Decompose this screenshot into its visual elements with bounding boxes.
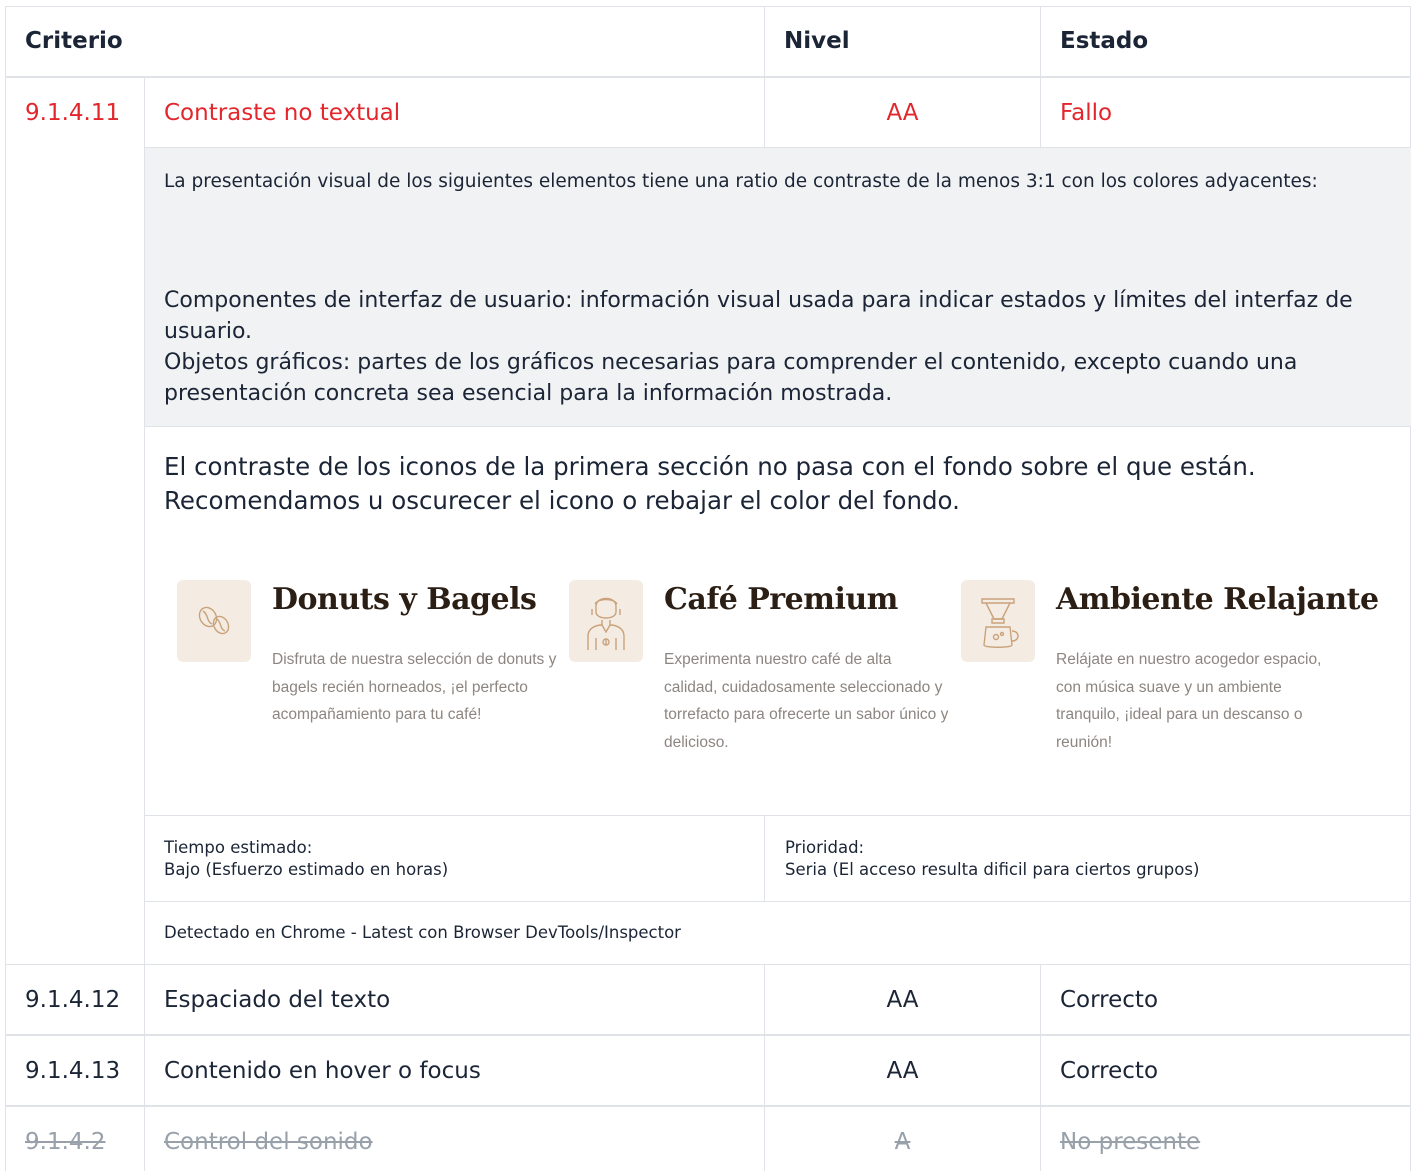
feature-body: Disfruta de nuestra selección de donuts …	[272, 651, 557, 723]
criterion-name: Contenido en hover o focus	[164, 1058, 481, 1084]
feature-card: Ambiente Relajante Relájate en nuestro a…	[961, 580, 1379, 800]
detected-in: Detectado en Chrome - Latest con Browser…	[164, 923, 681, 942]
criterion-level: AA	[886, 1058, 919, 1084]
coffee-beans-icon	[177, 580, 251, 662]
criterion-description-items: Componentes de interfaz de usuario: info…	[164, 285, 1394, 409]
feature-body: Experimenta nuestro café de alta calidad…	[664, 651, 949, 751]
criterion-status: Correcto	[1060, 987, 1159, 1013]
criterion-status: Fallo	[1060, 100, 1113, 126]
feature-body: Relájate en nuestro acogedor espacio, co…	[1056, 651, 1322, 751]
criterion-status: No presente	[1060, 1129, 1201, 1155]
estimated-time: Tiempo estimado: Bajo (Esfuerzo estimado…	[164, 837, 448, 881]
issue-observation: El contraste de los iconos de la primera…	[164, 452, 1256, 515]
barista-icon	[569, 580, 643, 662]
feature-card: Donuts y Bagels Disfruta de nuestra sele…	[177, 580, 557, 800]
priority: Prioridad: Seria (El acceso resulta difi…	[785, 837, 1199, 881]
criterion-description-intro: La presentación visual de los siguientes…	[164, 171, 1318, 192]
feature-title: Ambiente Relajante	[1056, 582, 1379, 617]
criterion-id: 9.1.4.12	[25, 987, 121, 1013]
coffee-dripper-icon	[961, 580, 1035, 662]
criterion-name: Control del sonido	[164, 1129, 373, 1155]
header-nivel: Nivel	[784, 28, 850, 54]
criterion-name: Contraste no textual	[164, 100, 401, 126]
criterion-id: 9.1.4.2	[25, 1129, 106, 1155]
criterion-id: 9.1.4.13	[25, 1058, 121, 1084]
criterion-description-item: Objetos gráficos: partes de los gráficos…	[164, 350, 1298, 406]
criterion-status: Correcto	[1060, 1058, 1159, 1084]
feature-title: Café Premium	[664, 582, 898, 617]
feature-title: Donuts y Bagels	[272, 582, 537, 617]
feature-card: Café Premium Experimenta nuestro café de…	[569, 580, 949, 800]
header-criterio: Criterio	[25, 28, 123, 54]
criterion-id: 9.1.4.11	[25, 100, 121, 126]
priority-label: Prioridad:	[785, 838, 865, 857]
priority-value: Seria (El acceso resulta dificil para ci…	[785, 860, 1200, 879]
criterion-level: AA	[886, 100, 919, 126]
criterion-level: AA	[886, 987, 919, 1013]
criterion-level: A	[894, 1129, 911, 1155]
estimated-time-label: Tiempo estimado:	[164, 838, 313, 857]
estimated-time-value: Bajo (Esfuerzo estimado en horas)	[164, 860, 449, 879]
criterion-description-item: Componentes de interfaz de usuario: info…	[164, 288, 1353, 344]
criterion-name: Espaciado del texto	[164, 987, 391, 1013]
header-estado: Estado	[1060, 28, 1149, 54]
